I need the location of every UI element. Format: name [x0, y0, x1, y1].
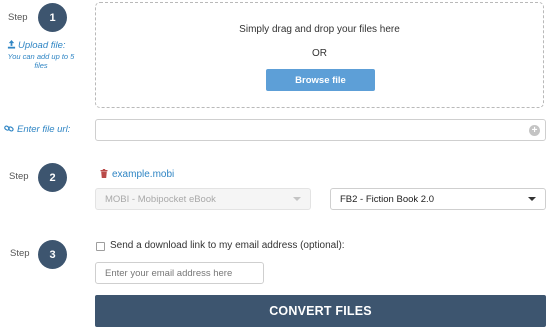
- step-3-label: Step: [10, 248, 30, 259]
- step-2-label: Step: [9, 171, 29, 182]
- uploaded-file-name[interactable]: example.mobi: [112, 169, 174, 180]
- uploaded-file-item: example.mobi: [100, 169, 174, 180]
- step-2-number: 2: [38, 163, 67, 192]
- dropzone-or: OR: [312, 48, 327, 59]
- upload-file-link[interactable]: Upload file:: [7, 40, 66, 51]
- email-checkbox-label[interactable]: Send a download link to my email address…: [110, 240, 345, 251]
- target-format-select[interactable]: FB2 - Fiction Book 2.0: [330, 188, 546, 210]
- step-1-label: Step: [8, 12, 28, 23]
- step-1-number: 1: [38, 3, 67, 32]
- dropzone-instruction: Simply drag and drop your files here: [239, 24, 400, 35]
- upload-icon: [7, 40, 16, 49]
- email-link-checkbox[interactable]: [96, 242, 105, 251]
- step-3-number: 3: [38, 240, 67, 269]
- enter-url-link[interactable]: Enter file url:: [4, 124, 70, 135]
- trash-icon[interactable]: [100, 169, 108, 178]
- chevron-down-icon[interactable]: [528, 197, 536, 201]
- enter-url-label[interactable]: Enter file url:: [17, 124, 70, 135]
- source-format-value: MOBI - Mobipocket eBook: [105, 193, 216, 205]
- file-url-input[interactable]: +: [95, 119, 546, 141]
- upload-limit-note: You can add up to 5 files: [7, 52, 75, 70]
- source-format-select: MOBI - Mobipocket eBook: [95, 188, 311, 210]
- link-icon: [4, 125, 14, 132]
- plus-circle-icon[interactable]: +: [529, 125, 540, 136]
- upload-file-label[interactable]: Upload file:: [18, 40, 66, 51]
- browse-file-button[interactable]: Browse file: [266, 69, 375, 91]
- chevron-down-icon: [293, 197, 301, 201]
- file-dropzone[interactable]: Simply drag and drop your files here OR: [95, 2, 544, 108]
- target-format-value[interactable]: FB2 - Fiction Book 2.0: [340, 194, 434, 205]
- convert-files-button[interactable]: CONVERT FILES: [95, 295, 546, 327]
- email-field[interactable]: Enter your email address here: [95, 262, 264, 284]
